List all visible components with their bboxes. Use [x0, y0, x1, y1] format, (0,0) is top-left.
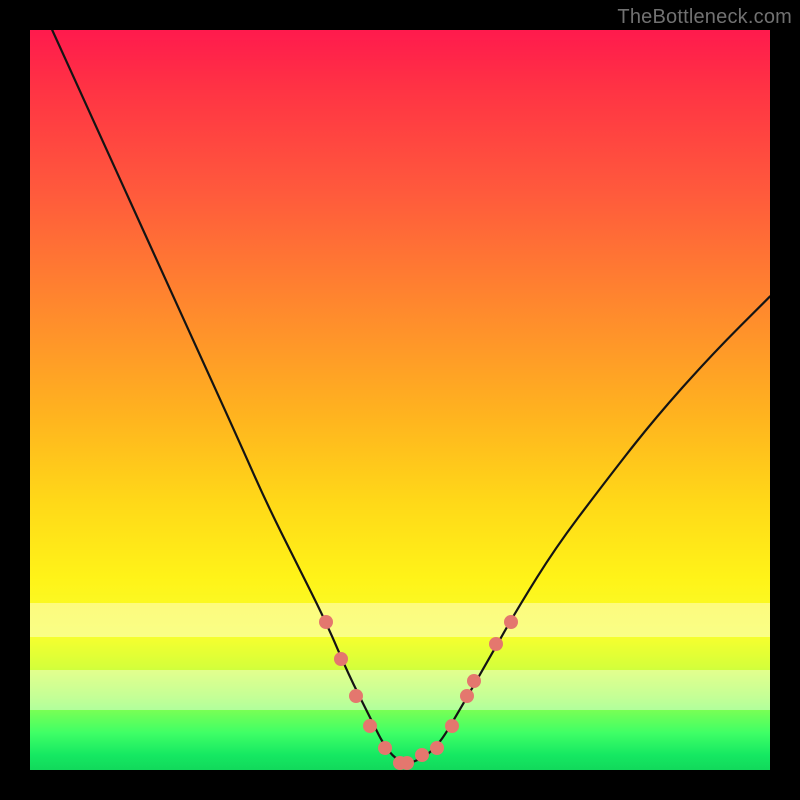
- bottleneck-curve: [52, 30, 770, 763]
- marker-dot: [334, 652, 348, 666]
- marker-dot: [378, 741, 392, 755]
- marker-dot: [430, 741, 444, 755]
- curve-svg: [30, 30, 770, 770]
- watermark-text: TheBottleneck.com: [617, 6, 792, 29]
- marker-dot: [460, 689, 474, 703]
- marker-dot: [400, 756, 414, 770]
- marker-dot: [349, 689, 363, 703]
- marker-dot: [504, 615, 518, 629]
- marker-dot: [363, 719, 377, 733]
- marker-dot: [319, 615, 333, 629]
- marker-dot: [445, 719, 459, 733]
- chart-frame: [30, 30, 770, 770]
